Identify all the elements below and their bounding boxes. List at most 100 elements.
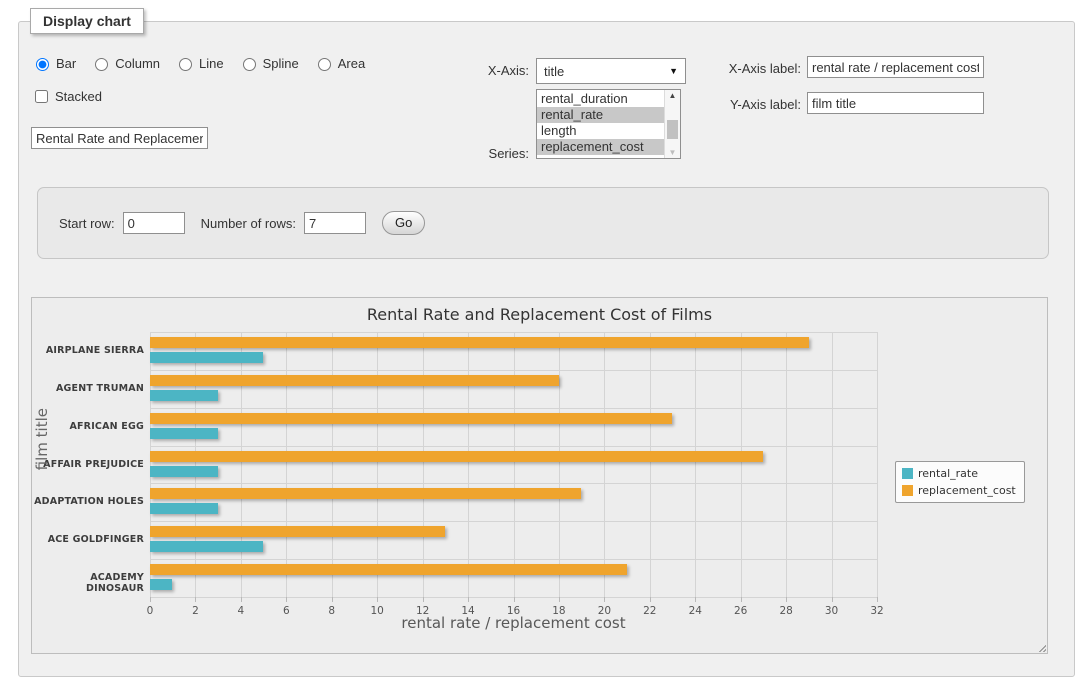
series-option-list: rental_durationrental_ratelengthreplacem… xyxy=(537,91,664,155)
scroll-down-icon[interactable]: ▼ xyxy=(665,148,680,157)
legend-swatch-rental-rate xyxy=(902,468,913,479)
chart-type-option-bar[interactable]: Bar xyxy=(31,55,76,71)
gridline-horizontal xyxy=(150,370,877,371)
chart-type-label: Spline xyxy=(263,56,299,71)
chevron-down-icon: ▼ xyxy=(669,66,678,76)
x-tick xyxy=(514,597,515,602)
bar-replacement_cost[interactable] xyxy=(150,488,581,499)
x-axis-label-input[interactable] xyxy=(807,56,984,78)
legend-item-rental-rate[interactable]: rental_rate xyxy=(902,467,1016,480)
bar-rental_rate[interactable] xyxy=(150,579,172,590)
x-tick xyxy=(468,597,469,602)
x-tick xyxy=(877,597,878,602)
chart-legend: rental_rate replacement_cost xyxy=(895,461,1025,503)
x-tick xyxy=(195,597,196,602)
gridline-horizontal xyxy=(150,559,877,560)
gridline-horizontal xyxy=(150,521,877,522)
category-label: ACE GOLDFINGER xyxy=(34,534,144,545)
gridline-vertical xyxy=(877,332,878,597)
chart-type-radio[interactable] xyxy=(36,58,49,71)
chart-type-option-line[interactable]: Line xyxy=(174,55,224,71)
chart-title-input[interactable] xyxy=(31,127,208,149)
legend-label: rental_rate xyxy=(918,467,978,480)
row-range-panel: Start row: Number of rows: Go xyxy=(37,187,1049,259)
x-tick xyxy=(832,597,833,602)
legend-swatch-replacement-cost xyxy=(902,485,913,496)
chart-type-radio-group: Bar Column Line Spline Area xyxy=(31,55,365,71)
gridline-vertical xyxy=(332,332,333,597)
category-label: ACADEMY DINOSAUR xyxy=(34,572,144,594)
category-label: ADAPTATION HOLES xyxy=(34,496,144,507)
x-tick xyxy=(286,597,287,602)
bar-replacement_cost[interactable] xyxy=(150,375,559,386)
chart-type-radio[interactable] xyxy=(243,58,256,71)
x-tick xyxy=(604,597,605,602)
bar-replacement_cost[interactable] xyxy=(150,526,445,537)
x-tick xyxy=(786,597,787,602)
chart-type-label: Bar xyxy=(56,56,76,71)
bar-replacement_cost[interactable] xyxy=(150,337,809,348)
x-axis-select[interactable]: title ▼ xyxy=(536,58,686,84)
fieldset-legend: Display chart xyxy=(30,8,144,34)
legend-item-replacement-cost[interactable]: replacement_cost xyxy=(902,484,1016,497)
gridline-vertical xyxy=(514,332,515,597)
bar-replacement_cost[interactable] xyxy=(150,413,672,424)
chart-type-radio[interactable] xyxy=(95,58,108,71)
go-button[interactable]: Go xyxy=(382,211,425,235)
chart-title: Rental Rate and Replacement Cost of Film… xyxy=(32,305,1047,324)
scrollbar-thumb[interactable] xyxy=(667,120,678,139)
resize-handle-icon[interactable] xyxy=(1036,642,1046,652)
x-axis-selected-value: title xyxy=(544,64,564,79)
series-option[interactable]: rental_rate xyxy=(537,107,664,123)
plot-area xyxy=(150,332,877,597)
number-of-rows-input[interactable] xyxy=(304,212,366,234)
gridline-vertical xyxy=(468,332,469,597)
x-axis-title: rental rate / replacement cost xyxy=(150,614,877,632)
x-tick xyxy=(150,597,151,602)
chart-type-label: Line xyxy=(199,56,224,71)
chart-type-label: Area xyxy=(338,56,365,71)
stacked-checkbox[interactable] xyxy=(35,90,48,103)
gridline-vertical xyxy=(604,332,605,597)
chart-type-option-spline[interactable]: Spline xyxy=(238,55,299,71)
gridline-vertical xyxy=(786,332,787,597)
bar-rental_rate[interactable] xyxy=(150,352,263,363)
y-axis-label-input[interactable] xyxy=(807,92,984,114)
bar-rental_rate[interactable] xyxy=(150,428,218,439)
category-label: AIRPLANE SIERRA xyxy=(34,345,144,356)
y-axis-title: film title xyxy=(33,408,51,470)
gridline-horizontal xyxy=(150,408,877,409)
bar-rental_rate[interactable] xyxy=(150,466,218,477)
gridline-vertical xyxy=(195,332,196,597)
gridline-vertical xyxy=(286,332,287,597)
start-row-input[interactable] xyxy=(123,212,185,234)
scroll-up-icon[interactable]: ▲ xyxy=(665,91,680,100)
series-multiselect[interactable]: rental_durationrental_ratelengthreplacem… xyxy=(536,89,681,159)
x-tick xyxy=(650,597,651,602)
chart-type-radio[interactable] xyxy=(179,58,192,71)
series-scrollbar[interactable]: ▲ ▼ xyxy=(664,90,680,158)
chart-type-option-area[interactable]: Area xyxy=(313,55,365,71)
bar-replacement_cost[interactable] xyxy=(150,564,627,575)
gridline-vertical xyxy=(241,332,242,597)
x-tick xyxy=(695,597,696,602)
gridline-vertical xyxy=(650,332,651,597)
x-axis-field-label: X-Axis: xyxy=(459,63,529,78)
series-option[interactable]: rental_duration xyxy=(537,91,664,107)
bar-rental_rate[interactable] xyxy=(150,541,263,552)
chart-type-radio[interactable] xyxy=(318,58,331,71)
x-tick xyxy=(241,597,242,602)
stacked-option[interactable]: Stacked xyxy=(31,87,102,106)
bar-replacement_cost[interactable] xyxy=(150,451,763,462)
series-option[interactable]: replacement_cost xyxy=(537,139,664,155)
gridline-horizontal xyxy=(150,332,877,333)
gridline-vertical xyxy=(377,332,378,597)
bar-rental_rate[interactable] xyxy=(150,390,218,401)
gridline-vertical xyxy=(741,332,742,597)
bar-rental_rate[interactable] xyxy=(150,503,218,514)
x-tick xyxy=(559,597,560,602)
series-option[interactable]: length xyxy=(537,123,664,139)
chart-type-option-column[interactable]: Column xyxy=(90,55,160,71)
legend-label: replacement_cost xyxy=(918,484,1016,497)
x-tick xyxy=(332,597,333,602)
